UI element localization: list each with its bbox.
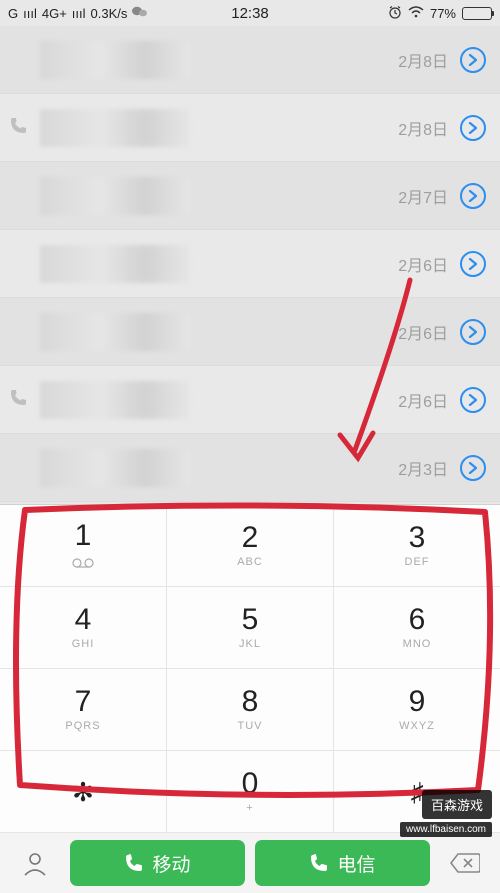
keypad-key-✻[interactable]: ✻ bbox=[0, 751, 167, 833]
signal-icon-2: ıııl bbox=[72, 6, 86, 21]
call-date: 2月8日 bbox=[398, 48, 448, 72]
keypad-key-7[interactable]: 7 PQRS bbox=[0, 669, 167, 751]
outgoing-call-icon bbox=[10, 388, 34, 411]
contacts-button[interactable] bbox=[10, 841, 60, 885]
network-gen: 4G+ bbox=[42, 6, 67, 21]
chevron-right-icon bbox=[468, 54, 478, 66]
dial-keypad: 12ABC3DEF4GHI5JKL6MNO7PQRS8TUV9WXYZ✻0+♯ bbox=[0, 504, 500, 833]
key-letters: ABC bbox=[237, 556, 263, 568]
keypad-key-0[interactable]: 0+ bbox=[167, 751, 334, 833]
keypad-key-4[interactable]: 4 GHI bbox=[0, 587, 167, 669]
call-date: 2月6日 bbox=[398, 388, 448, 412]
contact-name-blurred bbox=[40, 313, 190, 351]
sim2-label: 电信 bbox=[337, 850, 375, 877]
keypad-key-6[interactable]: 6 MNO bbox=[334, 587, 500, 669]
key-digit: 4 bbox=[75, 605, 92, 635]
key-letters: TUV bbox=[238, 720, 263, 732]
contact-name-blurred bbox=[40, 177, 190, 215]
call-detail-button[interactable] bbox=[460, 183, 486, 209]
key-digit: 8 bbox=[242, 687, 259, 717]
data-speed: 0.3K/s bbox=[91, 6, 128, 21]
chevron-right-icon bbox=[468, 462, 478, 474]
call-row[interactable]: 2月6日 bbox=[0, 230, 500, 298]
keypad-key-3[interactable]: 3 DEF bbox=[334, 505, 500, 587]
call-row[interactable]: 2月6日 bbox=[0, 366, 500, 434]
call-button-sim2[interactable]: 电信 bbox=[255, 840, 430, 886]
key-digit: ✻ bbox=[72, 779, 94, 805]
call-row[interactable]: 2月7日 bbox=[0, 162, 500, 230]
watermark-text: 百森游戏 bbox=[431, 798, 483, 813]
key-letters: DEF bbox=[405, 556, 430, 568]
keypad-key-5[interactable]: 5 JKL bbox=[167, 587, 334, 669]
key-digit: 7 bbox=[75, 687, 92, 717]
chevron-right-icon bbox=[468, 394, 478, 406]
clock-time: 12:38 bbox=[231, 5, 269, 22]
signal-icon: ıııl bbox=[23, 6, 37, 21]
keypad-key-1[interactable]: 1 bbox=[0, 505, 167, 587]
battery-pct: 77% bbox=[430, 6, 456, 21]
call-detail-button[interactable] bbox=[460, 455, 486, 481]
key-letters: JKL bbox=[239, 638, 261, 650]
bottom-action-bar: 移动 电信 bbox=[0, 833, 500, 893]
call-date: 2月6日 bbox=[398, 252, 448, 276]
key-letters: PQRS bbox=[65, 720, 100, 732]
call-detail-button[interactable] bbox=[460, 251, 486, 277]
chevron-right-icon bbox=[468, 326, 478, 338]
chevron-right-icon bbox=[468, 122, 478, 134]
contact-name-blurred bbox=[40, 41, 190, 79]
status-left: G ıııl 4G+ ıııl 0.3K/s bbox=[8, 5, 148, 22]
watermark-url: www.lfbaisen.com bbox=[400, 822, 492, 837]
key-digit: 5 bbox=[242, 605, 259, 635]
key-digit: 9 bbox=[409, 687, 426, 717]
key-letters: GHI bbox=[72, 638, 95, 650]
status-bar: G ıııl 4G+ ıııl 0.3K/s 12:38 77% bbox=[0, 0, 500, 26]
alarm-icon bbox=[388, 5, 402, 22]
key-digit: 1 bbox=[75, 521, 92, 551]
sim1-label: 移动 bbox=[152, 850, 190, 877]
contact-name-blurred bbox=[40, 449, 190, 487]
contact-name-blurred bbox=[40, 245, 190, 283]
call-row[interactable]: 2月8日 bbox=[0, 26, 500, 94]
backspace-button[interactable] bbox=[440, 841, 490, 885]
chevron-right-icon bbox=[468, 258, 478, 270]
recent-calls-list[interactable]: 2月8日 2月8日 2月7日 2月6日 bbox=[0, 26, 500, 504]
call-detail-button[interactable] bbox=[460, 47, 486, 73]
contact-name-blurred bbox=[40, 109, 190, 147]
keypad-key-9[interactable]: 9 WXYZ bbox=[334, 669, 500, 751]
key-digit: 2 bbox=[242, 523, 259, 553]
call-row[interactable]: 2月8日 bbox=[0, 94, 500, 162]
keypad-key-2[interactable]: 2 ABC bbox=[167, 505, 334, 587]
wechat-icon bbox=[132, 5, 148, 22]
call-detail-button[interactable] bbox=[460, 387, 486, 413]
wifi-icon bbox=[408, 6, 424, 21]
call-date: 2月3日 bbox=[398, 456, 448, 480]
call-button-sim1[interactable]: 移动 bbox=[70, 840, 245, 886]
call-row[interactable]: 2月3日 bbox=[0, 434, 500, 502]
key-letters: WXYZ bbox=[399, 720, 435, 732]
call-date: 2月8日 bbox=[398, 116, 448, 140]
chevron-right-icon bbox=[468, 190, 478, 202]
keypad-key-8[interactable]: 8 TUV bbox=[167, 669, 334, 751]
outgoing-call-icon bbox=[10, 116, 34, 139]
call-detail-button[interactable] bbox=[460, 319, 486, 345]
watermark-badge: 百森游戏 bbox=[422, 790, 492, 819]
key-digit: 6 bbox=[409, 605, 426, 635]
contact-name-blurred bbox=[40, 381, 190, 419]
person-icon bbox=[21, 849, 49, 877]
call-date: 2月6日 bbox=[398, 320, 448, 344]
carrier-label: G bbox=[8, 6, 18, 21]
key-digit: 0 bbox=[242, 769, 259, 799]
voicemail-icon bbox=[72, 555, 94, 571]
phone-icon bbox=[309, 853, 329, 873]
key-digit: 3 bbox=[409, 523, 426, 553]
backspace-icon bbox=[450, 852, 480, 874]
phone-icon bbox=[124, 853, 144, 873]
key-letters: + bbox=[246, 802, 253, 814]
call-detail-button[interactable] bbox=[460, 115, 486, 141]
battery-icon bbox=[462, 7, 492, 20]
call-date: 2月7日 bbox=[398, 184, 448, 208]
key-letters: MNO bbox=[403, 638, 432, 650]
status-right: 77% bbox=[388, 5, 492, 22]
call-row[interactable]: 2月6日 bbox=[0, 298, 500, 366]
